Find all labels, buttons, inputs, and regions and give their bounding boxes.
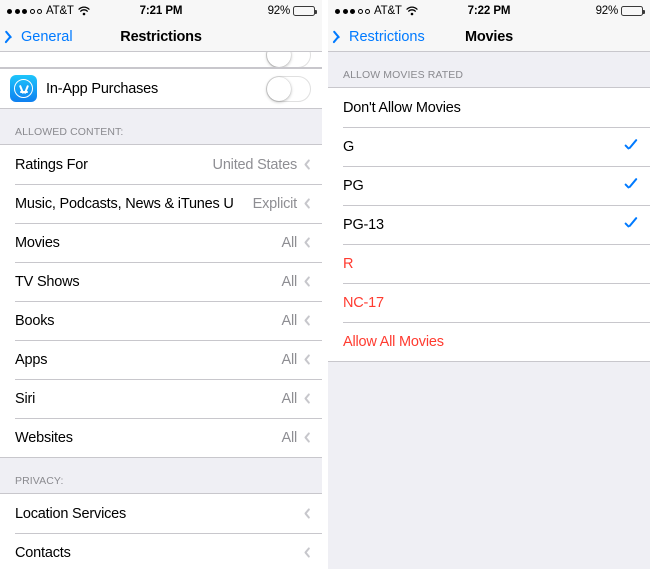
right-screen-movies: AT&T 7:22 PM 92% Restrictions Movies ALL… — [325, 0, 650, 569]
movie-ratings-group: Don't Allow Movies G PG PG-13 R NC-17 Al… — [328, 87, 650, 362]
row-value: United States — [212, 156, 298, 173]
row-websites[interactable]: Websites All — [0, 418, 322, 457]
chevron-right-icon — [303, 158, 311, 171]
row-movies[interactable]: Movies All — [0, 223, 322, 262]
chevron-right-icon — [303, 236, 311, 249]
row-tv-shows[interactable]: TV Shows All — [0, 262, 322, 301]
row-rating-nc17[interactable]: NC-17 — [328, 283, 650, 322]
navigation-bar: General Restrictions — [0, 22, 322, 52]
row-label: NC-17 — [343, 294, 384, 311]
chevron-right-icon — [303, 546, 311, 559]
in-app-purchases-toggle[interactable] — [266, 75, 311, 102]
row-value: All — [281, 312, 297, 329]
status-bar: AT&T 7:21 PM 92% — [0, 0, 322, 22]
app-store-icon — [10, 75, 37, 102]
row-contacts[interactable]: Contacts — [0, 533, 322, 569]
row-label: Music, Podcasts, News & iTunes U — [15, 195, 234, 212]
row-value: All — [281, 351, 297, 368]
allowed-content-group: Ratings For United States Music, Podcast… — [0, 144, 322, 458]
row-label: G — [343, 138, 355, 155]
row-label: Websites — [15, 429, 73, 446]
row-rating-pg13[interactable]: PG-13 — [328, 205, 650, 244]
chevron-right-icon — [303, 197, 311, 210]
status-bar-right: 92% — [267, 5, 317, 17]
status-bar: AT&T 7:22 PM 92% — [328, 0, 650, 22]
dual-screenshot-container: AT&T 7:21 PM 92% General Restrictions In… — [0, 0, 650, 569]
row-apps[interactable]: Apps All — [0, 340, 322, 379]
row-label: PG-13 — [343, 216, 384, 233]
row-label: TV Shows — [15, 273, 80, 290]
navigation-bar: Restrictions Movies — [328, 22, 650, 52]
checkmark-icon — [623, 178, 639, 194]
row-label: Apps — [15, 351, 48, 368]
row-label: Location Services — [15, 505, 127, 522]
chevron-right-icon — [303, 431, 311, 444]
row-rating-g[interactable]: G — [328, 127, 650, 166]
left-screen-restrictions: AT&T 7:21 PM 92% General Restrictions In… — [0, 0, 325, 569]
row-in-app-purchases[interactable]: In-App Purchases — [0, 69, 322, 108]
row-location-services[interactable]: Location Services — [0, 494, 322, 533]
row-ratings-for[interactable]: Ratings For United States — [0, 145, 322, 184]
settings-scroll-area[interactable]: In-App Purchases ALLOWED CONTENT: Rating… — [0, 52, 322, 569]
checkmark-icon — [623, 217, 639, 233]
row-label: Books — [15, 312, 55, 329]
privacy-header: PRIVACY: — [15, 475, 64, 487]
row-siri[interactable]: Siri All — [0, 379, 322, 418]
row-label: R — [343, 255, 354, 272]
status-bar-right: 92% — [595, 5, 645, 17]
allow-movies-rated-header: ALLOW MOVIES RATED — [343, 69, 464, 81]
row-allow-all-movies[interactable]: Allow All Movies — [328, 322, 650, 361]
chevron-left-icon — [8, 29, 17, 44]
back-button-label: Restrictions — [349, 28, 425, 45]
back-button-label: General — [21, 28, 73, 45]
movies-scroll-area[interactable]: ALLOW MOVIES RATED Don't Allow Movies G … — [328, 52, 650, 569]
battery-percent-label: 92% — [267, 5, 291, 17]
row-music-podcasts-news-itunesu[interactable]: Music, Podcasts, News & iTunes U Explici… — [0, 184, 322, 223]
chevron-right-icon — [303, 392, 311, 405]
row-label: Ratings For — [15, 156, 88, 173]
battery-percent-label: 92% — [595, 5, 619, 17]
row-label: Contacts — [15, 544, 71, 561]
allowed-content-header: ALLOWED CONTENT: — [15, 126, 124, 138]
chevron-right-icon — [303, 275, 311, 288]
row-value: All — [281, 234, 297, 251]
row-label: In-App Purchases — [46, 80, 159, 97]
battery-icon — [621, 6, 645, 16]
in-app-purchases-group: In-App Purchases — [0, 68, 322, 109]
row-value: Explicit — [252, 195, 298, 212]
partial-toggle[interactable] — [266, 52, 311, 67]
chevron-right-icon — [303, 314, 311, 327]
row-label: Siri — [15, 390, 36, 407]
checkmark-icon — [623, 139, 639, 155]
row-value: All — [281, 429, 297, 446]
back-button-restrictions[interactable]: Restrictions — [336, 29, 425, 45]
row-value: All — [281, 390, 297, 407]
row-label: Movies — [15, 234, 60, 251]
back-button-general[interactable]: General — [8, 29, 73, 45]
row-dont-allow-movies[interactable]: Don't Allow Movies — [328, 88, 650, 127]
partial-row-above[interactable] — [0, 52, 322, 68]
privacy-group: Location Services Contacts — [0, 493, 322, 569]
row-label: PG — [343, 177, 364, 194]
row-label: Allow All Movies — [343, 333, 444, 350]
row-books[interactable]: Books All — [0, 301, 322, 340]
chevron-left-icon — [336, 29, 345, 44]
chevron-right-icon — [303, 507, 311, 520]
row-label: Don't Allow Movies — [343, 99, 461, 116]
battery-icon — [293, 6, 317, 16]
chevron-right-icon — [303, 353, 311, 366]
row-rating-r[interactable]: R — [328, 244, 650, 283]
row-value: All — [281, 273, 297, 290]
row-rating-pg[interactable]: PG — [328, 166, 650, 205]
